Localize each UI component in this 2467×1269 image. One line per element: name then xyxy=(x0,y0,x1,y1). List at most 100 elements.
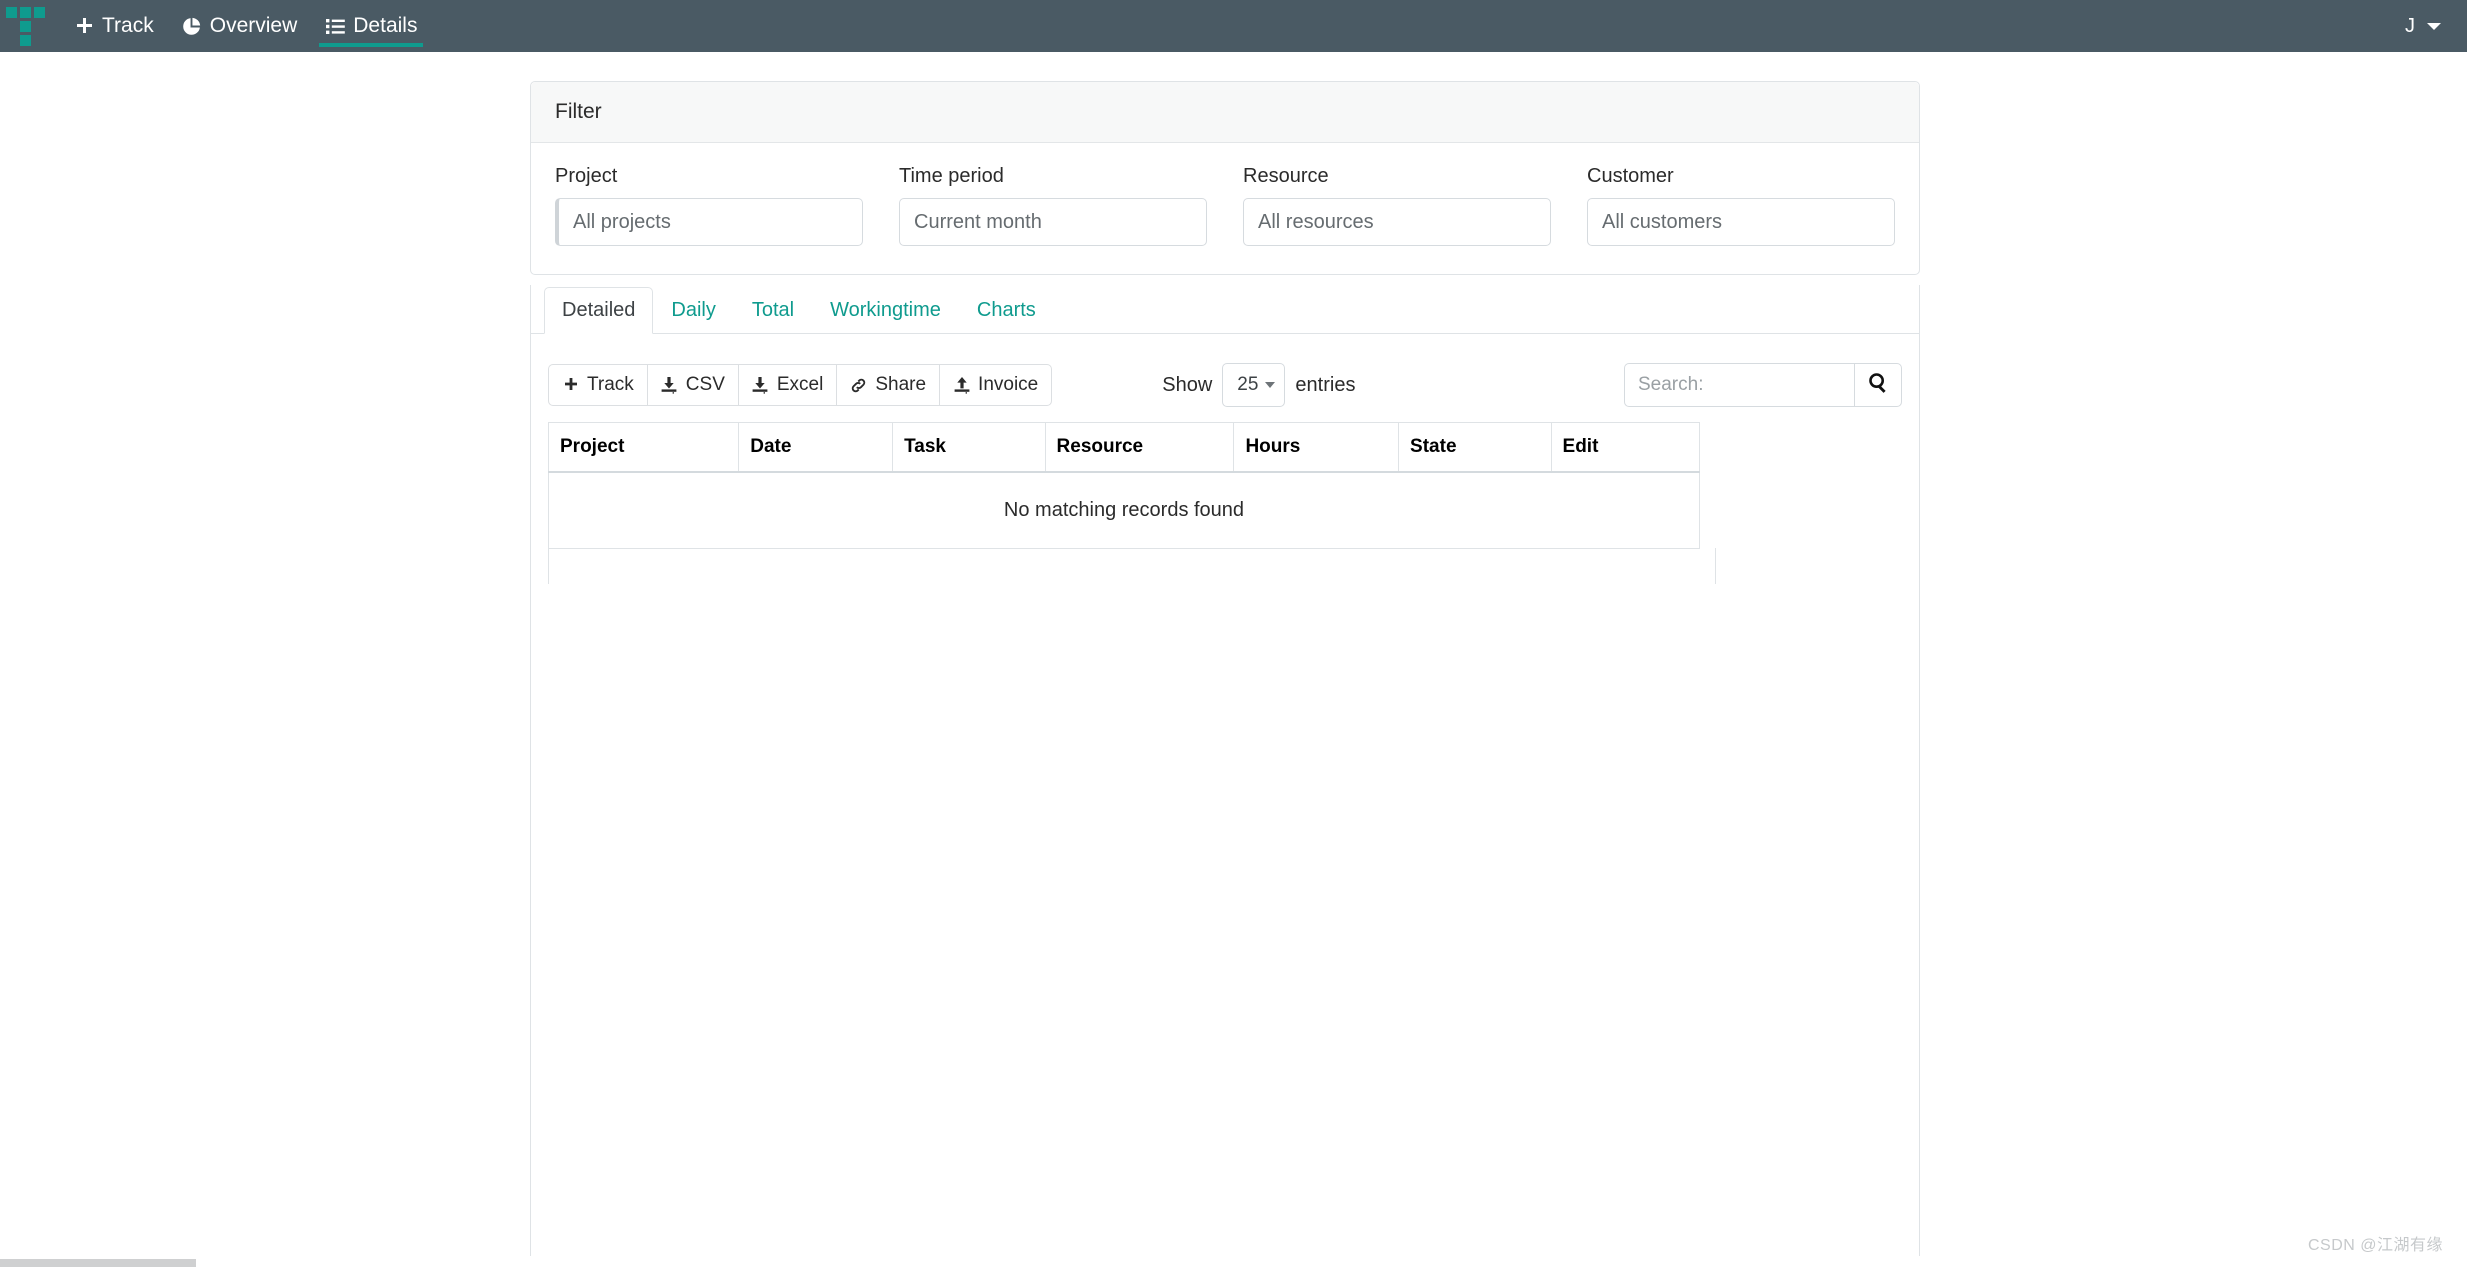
track-button-label: Track xyxy=(587,374,634,395)
nav-item-overview[interactable]: Overview xyxy=(168,0,312,52)
share-button-label: Share xyxy=(875,374,927,395)
page-length-control: Show 25 entries xyxy=(1162,363,1355,407)
logo-cell xyxy=(19,6,31,18)
search-button[interactable] xyxy=(1854,363,1902,407)
table-row-empty: No matching records found xyxy=(548,472,1700,549)
time-period-select[interactable]: Current month xyxy=(899,198,1207,246)
filter-label-customer: Customer xyxy=(1587,165,1674,187)
list-icon xyxy=(325,16,345,36)
user-menu[interactable]: J xyxy=(2405,0,2467,52)
nav-item-label: Overview xyxy=(209,14,298,37)
nav-active-underline xyxy=(319,43,424,47)
logo-cell xyxy=(19,34,31,46)
tab-label: Daily xyxy=(671,299,716,321)
nav-item-track[interactable]: Track xyxy=(60,0,168,52)
tab-label: Charts xyxy=(976,299,1036,321)
page-length-value: 25 xyxy=(1237,374,1259,395)
invoice-button[interactable]: Invoice xyxy=(939,364,1053,406)
tab-label: Total xyxy=(751,299,795,321)
nav-items: Track Overview Details xyxy=(60,0,431,52)
tab-total[interactable]: Total xyxy=(734,287,812,334)
column-header-project[interactable]: Project xyxy=(547,422,739,473)
project-select-value: All projects xyxy=(573,210,671,233)
resource-select[interactable]: All resources xyxy=(1243,198,1551,246)
nav-item-label: Details xyxy=(353,14,418,37)
logo-cell xyxy=(5,6,17,18)
csv-button[interactable]: CSV xyxy=(646,364,738,406)
logo-cell-empty xyxy=(34,35,45,46)
records-table-wrap: Project Date Task Resource Hours State E… xyxy=(547,422,1902,584)
search-control xyxy=(1624,363,1902,407)
empty-message: No matching records found xyxy=(548,472,1700,549)
app-logo[interactable] xyxy=(0,0,45,52)
filter-fields-row: Project All projects Time period Current… xyxy=(555,165,1895,246)
top-navbar: Track Overview Details J xyxy=(0,0,2467,52)
invoice-button-label: Invoice xyxy=(978,374,1039,395)
user-initial: J xyxy=(2405,14,2415,37)
horizontal-scrollbar[interactable] xyxy=(0,1256,2467,1269)
table-header-row: Project Date Task Resource Hours State E… xyxy=(547,422,1701,473)
nav-item-details[interactable]: Details xyxy=(311,0,431,52)
logo-cell xyxy=(19,20,31,32)
records-table-head: Project Date Task Resource Hours State E… xyxy=(547,422,1701,473)
time-period-select-value: Current month xyxy=(914,210,1042,233)
export-button-group: Track CSV Excel Share Invoice xyxy=(548,364,1053,406)
filter-label-resource: Resource xyxy=(1243,165,1329,187)
filter-panel-body: Project All projects Time period Current… xyxy=(531,143,1919,274)
show-label: Show xyxy=(1162,373,1213,396)
nav-item-label: Track xyxy=(102,14,154,37)
report-tabs: Detailed Daily Total Workingtime Charts xyxy=(531,285,1919,334)
project-select[interactable]: All projects xyxy=(555,198,863,246)
tab-label: Workingtime xyxy=(830,299,941,321)
filter-field-time-period: Time period Current month xyxy=(899,165,1207,246)
download-icon xyxy=(661,376,678,394)
filter-label-project: Project xyxy=(555,165,618,187)
download-icon xyxy=(752,376,769,394)
customer-select[interactable]: All customers xyxy=(1587,198,1895,246)
logo-cell-empty xyxy=(6,21,17,32)
column-header-task[interactable]: Task xyxy=(892,422,1046,473)
tab-detailed[interactable]: Detailed xyxy=(544,287,654,334)
page-body: Filter Project All projects Time period … xyxy=(0,52,2467,1269)
records-table: Project Date Task Resource Hours State E… xyxy=(547,422,1701,549)
tab-charts[interactable]: Charts xyxy=(959,287,1054,334)
filter-field-resource: Resource All resources xyxy=(1243,165,1551,246)
logo-cell-empty xyxy=(34,21,45,32)
plus-icon xyxy=(74,16,94,36)
share-button[interactable]: Share xyxy=(836,364,940,406)
filter-field-project: Project All projects xyxy=(555,165,863,246)
plus-icon xyxy=(562,376,579,394)
filter-panel-title: Filter xyxy=(531,82,1919,143)
entries-label: entries xyxy=(1295,373,1356,396)
page-length-select[interactable]: 25 xyxy=(1222,363,1286,407)
search-icon xyxy=(1868,372,1889,398)
table-toolbar: Track CSV Excel Share Invoice Show 25 en… xyxy=(548,354,1902,416)
link-icon xyxy=(850,376,867,394)
resource-select-value: All resources xyxy=(1258,210,1374,233)
filter-field-customer: Customer All customers xyxy=(1587,165,1895,246)
column-header-edit[interactable]: Edit xyxy=(1550,422,1701,473)
chevron-down-icon xyxy=(1265,382,1276,388)
search-input[interactable] xyxy=(1624,363,1854,407)
chevron-down-icon xyxy=(2427,22,2441,30)
column-header-resource[interactable]: Resource xyxy=(1044,422,1234,473)
excel-button[interactable]: Excel xyxy=(737,364,837,406)
tab-label: Detailed xyxy=(562,299,636,321)
column-header-state[interactable]: State xyxy=(1398,422,1552,473)
tab-workingtime[interactable]: Workingtime xyxy=(812,287,959,334)
scrollbar-thumb[interactable] xyxy=(0,1259,196,1267)
track-button[interactable]: Track xyxy=(548,364,647,406)
customer-select-value: All customers xyxy=(1602,210,1723,233)
report-panel: Detailed Daily Total Workingtime Charts … xyxy=(530,285,1920,1269)
logo-grid-icon xyxy=(5,6,45,46)
pie-chart-icon xyxy=(182,16,202,36)
records-table-body: No matching records found xyxy=(548,472,1700,549)
excel-button-label: Excel xyxy=(776,374,824,395)
watermark-text: CSDN @江湖有缘 xyxy=(2307,1237,2443,1254)
csv-button-label: CSV xyxy=(685,374,725,395)
content-column: Filter Project All projects Time period … xyxy=(530,81,1920,1269)
column-header-hours[interactable]: Hours xyxy=(1233,422,1399,473)
column-header-date[interactable]: Date xyxy=(738,422,893,473)
filter-label-time-period: Time period xyxy=(899,165,1004,187)
tab-daily[interactable]: Daily xyxy=(653,287,733,334)
